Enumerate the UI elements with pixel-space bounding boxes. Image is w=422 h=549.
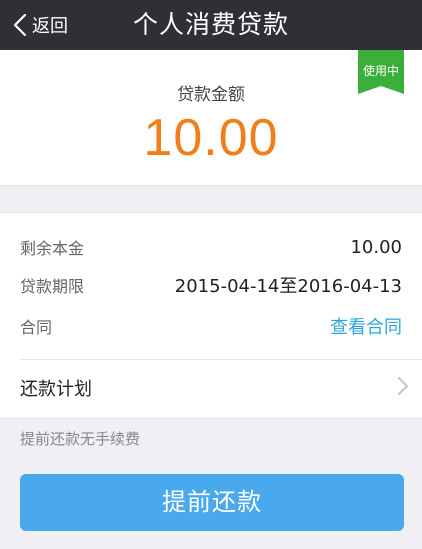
- remaining-principal-value: 10.00: [350, 236, 402, 258]
- repayment-plan-label: 还款计划: [20, 379, 92, 400]
- loan-term-row: 贷款期限 2015-04-14至2016-04-13: [20, 273, 402, 297]
- loan-term-value: 2015-04-14至2016-04-13: [174, 276, 402, 297]
- nav-bar: 返回 个人消费贷款: [0, 0, 422, 50]
- remaining-principal-row: 剩余本金 10.00: [20, 235, 402, 259]
- chevron-right-icon: [398, 377, 408, 399]
- loan-term-label: 贷款期限: [20, 277, 85, 296]
- contract-label: 合同: [20, 318, 53, 337]
- no-fee-note: 提前还款无手续费: [20, 430, 141, 448]
- contract-row: 合同 查看合同: [20, 314, 402, 338]
- loan-amount-card: 贷款金额 10.00 使用中: [0, 50, 422, 186]
- prepay-button[interactable]: 提前还款: [20, 474, 404, 531]
- status-badge-label: 使用中: [362, 64, 399, 78]
- amount-value: 10.00: [143, 109, 279, 167]
- status-badge: 使用中: [358, 50, 404, 94]
- view-contract-link[interactable]: 查看合同: [330, 313, 402, 339]
- page-title: 个人消费贷款: [132, 10, 289, 39]
- loan-details-card: 剩余本金 10.00 贷款期限 2015-04-14至2016-04-13 合同…: [0, 212, 422, 419]
- remaining-principal-label: 剩余本金: [20, 239, 85, 258]
- repayment-plan-row[interactable]: 还款计划: [20, 360, 408, 416]
